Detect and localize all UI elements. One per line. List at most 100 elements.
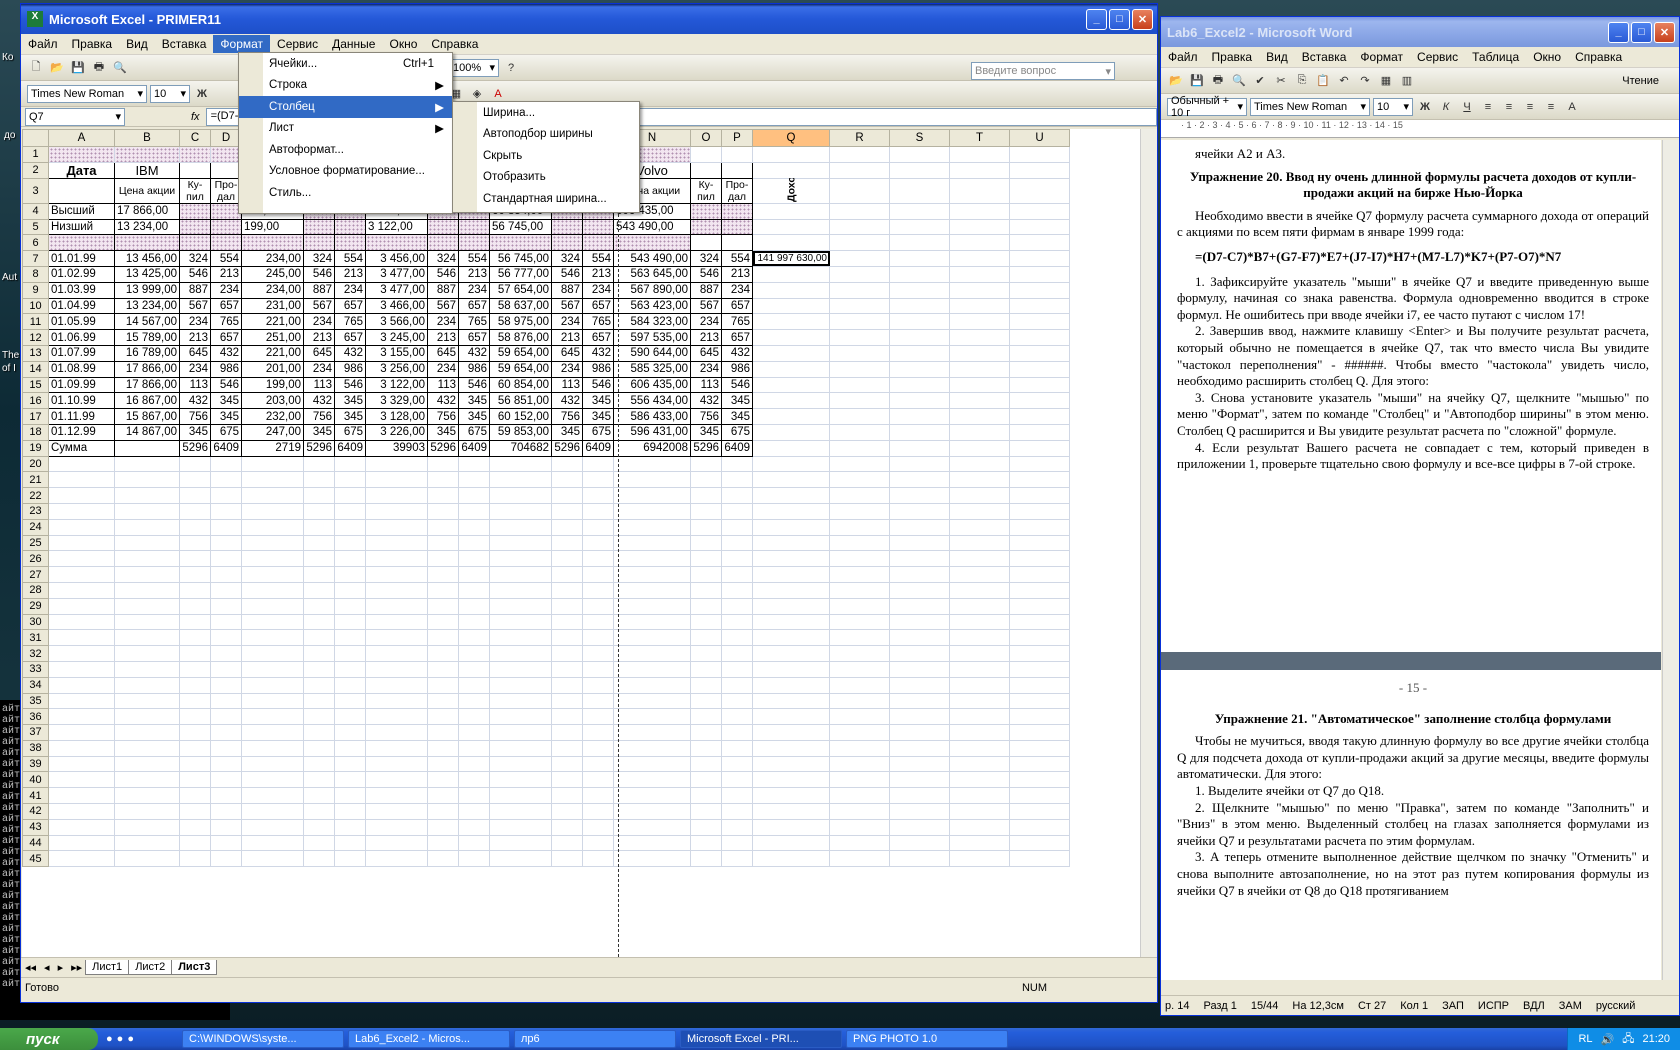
spreadsheet-grid[interactable]: ABCDEFGHIJKLMNOPQRSTU12ДатаIBMVolvo3Цена… xyxy=(22,129,1140,957)
cell[interactable] xyxy=(179,692,211,710)
cell[interactable] xyxy=(365,676,428,694)
excel-titlebar[interactable]: X Microsoft Excel - PRIMER11 _ □ ✕ xyxy=(21,4,1157,34)
cell[interactable] xyxy=(949,818,1010,836)
cell[interactable]: 765 xyxy=(721,313,753,331)
row-header[interactable]: 17 xyxy=(22,408,49,425)
cell[interactable] xyxy=(949,739,1010,757)
cell[interactable] xyxy=(210,818,242,836)
cell[interactable] xyxy=(829,146,890,163)
cell[interactable] xyxy=(48,850,115,868)
cell[interactable] xyxy=(334,850,366,868)
cell[interactable] xyxy=(179,613,211,631)
cell[interactable]: 546 xyxy=(210,376,242,394)
cell[interactable] xyxy=(427,534,459,552)
cell[interactable] xyxy=(48,660,115,678)
row-header[interactable]: 19 xyxy=(22,439,49,457)
cell[interactable] xyxy=(458,518,490,536)
menu-item[interactable]: Формат xyxy=(1353,48,1410,66)
cell[interactable]: 01.06.99 xyxy=(48,329,115,346)
cell[interactable] xyxy=(582,834,614,852)
cell[interactable]: 3 245,00 xyxy=(365,329,428,346)
cell[interactable] xyxy=(1009,471,1070,489)
cell[interactable] xyxy=(241,581,304,599)
cell[interactable] xyxy=(48,739,115,757)
cell[interactable] xyxy=(613,692,691,710)
row-header[interactable]: 32 xyxy=(22,645,49,662)
cell[interactable] xyxy=(1009,629,1070,647)
cell[interactable]: 596 431,00 xyxy=(613,423,691,441)
cell[interactable] xyxy=(690,613,722,631)
cell[interactable]: 213 xyxy=(458,265,490,283)
cell[interactable]: 14 867,00 xyxy=(114,423,180,441)
cell[interactable] xyxy=(179,724,211,741)
cell[interactable]: 13 425,00 xyxy=(114,265,180,283)
cell[interactable] xyxy=(427,566,459,583)
cell[interactable] xyxy=(427,597,459,615)
word-titlebar[interactable]: Lab6_Excel2 - Microsoft Word _ □ ✕ xyxy=(1161,17,1679,47)
cell[interactable]: 657 xyxy=(721,329,753,346)
cell[interactable] xyxy=(949,376,1010,394)
row-header[interactable]: 12 xyxy=(22,329,49,346)
cell[interactable] xyxy=(889,218,950,236)
cell[interactable] xyxy=(582,739,614,757)
cell[interactable]: 887 xyxy=(179,281,211,299)
cell[interactable] xyxy=(48,471,115,489)
cell[interactable] xyxy=(241,566,304,583)
cell[interactable] xyxy=(241,787,304,805)
cell[interactable] xyxy=(489,850,552,868)
cell[interactable] xyxy=(489,834,552,852)
cell[interactable] xyxy=(889,297,950,315)
cell[interactable]: 585 325,00 xyxy=(613,360,691,378)
cell[interactable] xyxy=(1009,534,1070,552)
cell[interactable] xyxy=(613,660,691,678)
cell[interactable] xyxy=(48,803,115,820)
cell[interactable] xyxy=(303,739,335,757)
cell[interactable] xyxy=(114,534,180,552)
cell[interactable] xyxy=(721,502,753,520)
cell[interactable]: 345 xyxy=(690,423,722,441)
cell[interactable] xyxy=(334,518,366,536)
cell[interactable] xyxy=(949,834,1010,852)
preview-icon[interactable]: 🔍 xyxy=(111,59,129,77)
cell[interactable] xyxy=(582,692,614,710)
cell[interactable]: 345 xyxy=(721,392,753,410)
row-header[interactable]: 13 xyxy=(22,344,49,362)
cell[interactable] xyxy=(889,613,950,631)
cell[interactable] xyxy=(752,313,830,331)
cell[interactable] xyxy=(582,455,614,473)
cell[interactable] xyxy=(582,550,614,568)
format-menu-item[interactable]: Лист ▶ xyxy=(239,118,452,140)
cell[interactable] xyxy=(889,455,950,473)
cell[interactable] xyxy=(1009,392,1070,410)
cell[interactable]: 01.09.99 xyxy=(48,376,115,394)
cell[interactable] xyxy=(48,597,115,615)
cell[interactable]: 345 xyxy=(582,392,614,410)
cell[interactable] xyxy=(752,818,830,836)
cell[interactable] xyxy=(690,708,722,726)
cell[interactable] xyxy=(582,850,614,868)
cell[interactable] xyxy=(427,629,459,647)
language-indicator[interactable]: RL xyxy=(1578,1033,1592,1045)
columns-icon[interactable]: ▥ xyxy=(1398,72,1416,90)
cell[interactable] xyxy=(48,487,115,504)
cell[interactable]: 213 xyxy=(334,265,366,283)
cell[interactable]: 432 xyxy=(210,344,242,362)
cell[interactable] xyxy=(303,597,335,615)
cell[interactable] xyxy=(303,724,335,741)
cell[interactable]: 345 xyxy=(582,408,614,425)
cell[interactable] xyxy=(949,566,1010,583)
cell[interactable] xyxy=(458,692,490,710)
row-header[interactable]: 21 xyxy=(22,471,49,489)
cell[interactable] xyxy=(829,550,890,568)
cell[interactable]: 13 999,00 xyxy=(114,281,180,299)
cell[interactable] xyxy=(582,518,614,536)
align-left-icon[interactable]: ≡ xyxy=(1479,98,1497,116)
cell[interactable] xyxy=(48,629,115,647)
cell[interactable]: 234 xyxy=(721,281,753,299)
cell[interactable] xyxy=(48,771,115,789)
cell[interactable]: 657 xyxy=(582,297,614,315)
cell[interactable] xyxy=(949,708,1010,726)
cell[interactable]: 3 226,00 xyxy=(365,423,428,441)
cell[interactable] xyxy=(241,660,304,678)
cell[interactable] xyxy=(613,534,691,552)
